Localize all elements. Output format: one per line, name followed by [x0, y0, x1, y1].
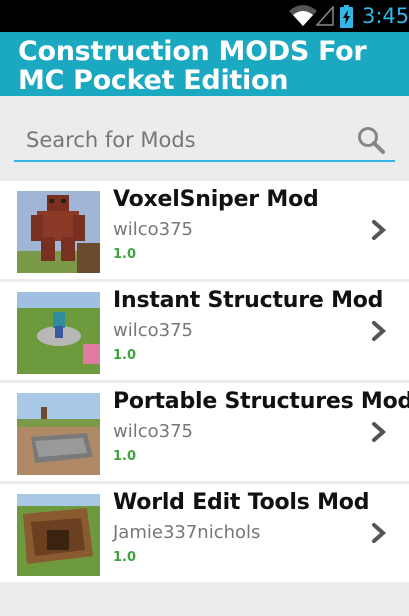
mod-thumbnail-world-edit-tools — [17, 494, 100, 576]
search-underline — [14, 160, 395, 162]
mod-thumbnail-instant-structure — [17, 292, 100, 374]
app-title: Construction MODS For MC Pocket Edition — [18, 36, 367, 96]
mod-version: 1.0 — [113, 247, 137, 262]
mod-list: VoxelSniper Mod wilco375 1.0 Instant Str… — [0, 181, 409, 585]
mod-author: wilco375 — [113, 320, 193, 341]
chevron-right-icon — [372, 321, 387, 341]
mod-thumbnail-portable-structures — [17, 393, 100, 475]
mod-name: Instant Structure Mod — [113, 288, 384, 313]
search-input[interactable] — [14, 122, 395, 158]
mod-author: Jamie337nichols — [113, 522, 261, 543]
wifi-icon — [289, 5, 317, 26]
clock-time: 3:45 — [362, 4, 409, 28]
mod-name: World Edit Tools Mod — [113, 490, 370, 515]
mod-version: 1.0 — [113, 550, 137, 565]
chevron-right-icon — [372, 220, 387, 240]
list-item[interactable]: VoxelSniper Mod wilco375 1.0 — [0, 181, 409, 279]
mod-author: wilco375 — [113, 421, 193, 442]
mod-version: 1.0 — [113, 348, 137, 363]
chevron-right-icon — [372, 422, 387, 442]
list-item[interactable]: Portable Structures Mod wilco375 1.0 — [0, 383, 409, 481]
chevron-right-icon — [372, 523, 387, 543]
status-bar: 3:45 — [0, 0, 409, 32]
search-box[interactable] — [14, 122, 395, 162]
mod-author: wilco375 — [113, 219, 193, 240]
mod-name: Portable Structures Mod — [113, 389, 409, 414]
mod-version: 1.0 — [113, 449, 137, 464]
list-item[interactable]: Instant Structure Mod wilco375 1.0 — [0, 282, 409, 380]
app-bar: Construction MODS For MC Pocket Edition — [0, 32, 409, 96]
battery-charging-icon — [340, 5, 353, 28]
search-icon[interactable] — [356, 125, 386, 155]
mod-name: VoxelSniper Mod — [113, 187, 319, 212]
list-item[interactable]: World Edit Tools Mod Jamie337nichols 1.0 — [0, 484, 409, 582]
mod-thumbnail-voxelsniper — [17, 191, 100, 273]
signal-icon — [316, 6, 334, 26]
